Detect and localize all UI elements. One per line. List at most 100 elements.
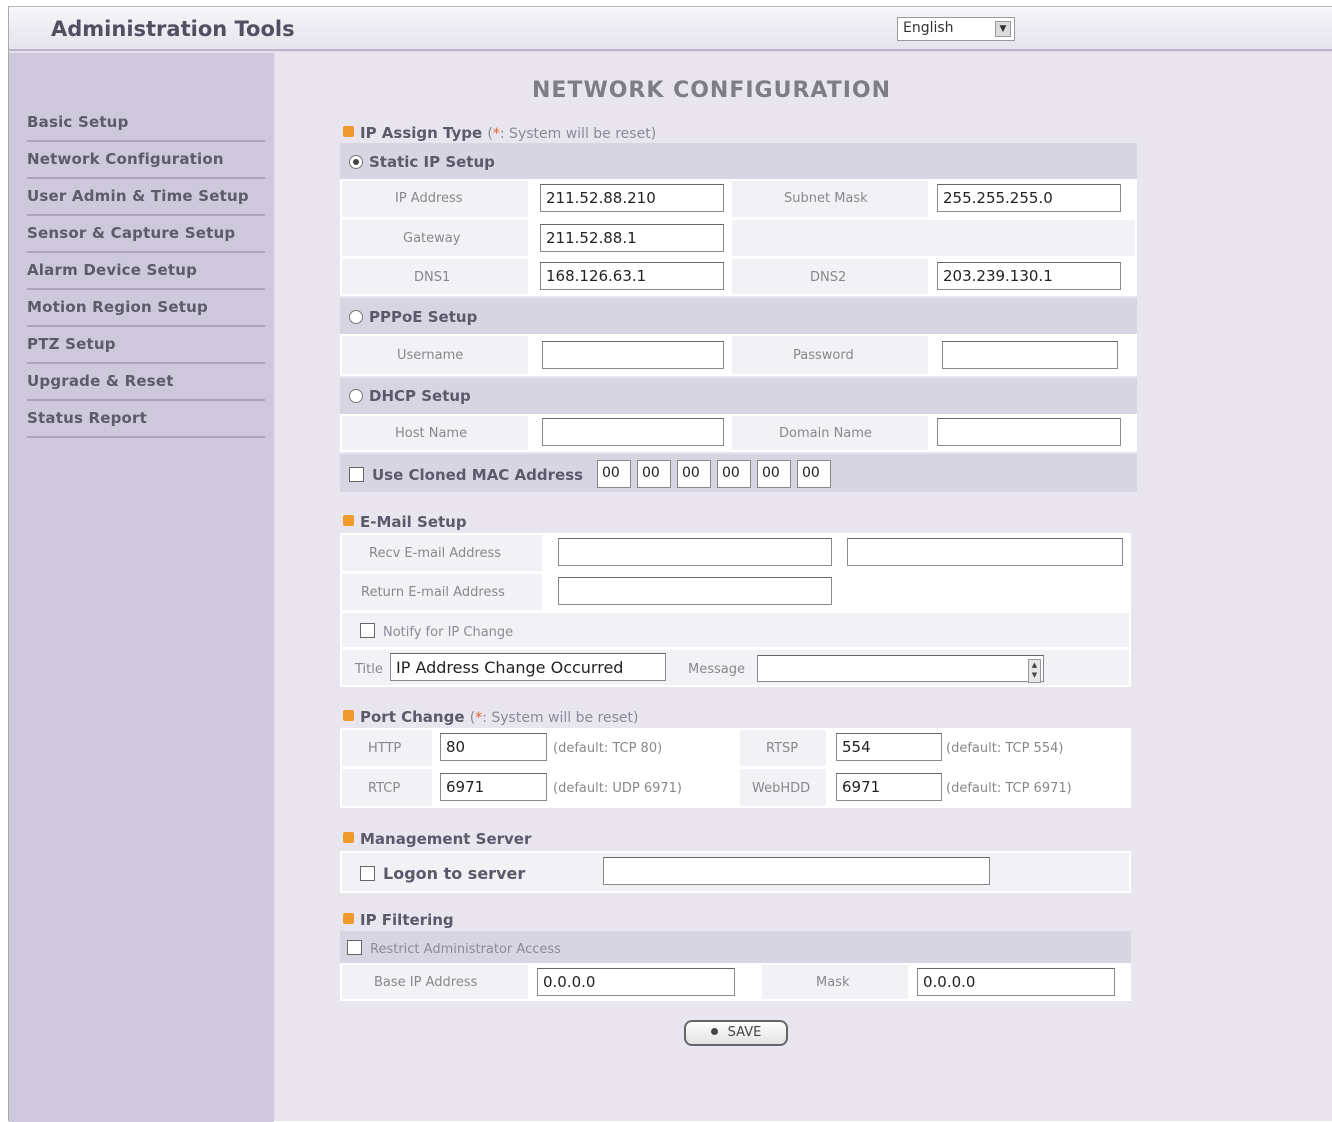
pppoe-radio[interactable] — [349, 310, 363, 324]
sidebar-item-ptz-setup[interactable]: PTZ Setup — [27, 327, 265, 364]
rtsp-port-input[interactable]: 554 — [836, 733, 942, 761]
reset-note-text: : System will be reset) — [499, 126, 657, 142]
page-title: NETWORK CONFIGURATION — [532, 78, 892, 103]
restrict-access-option[interactable]: Restrict Administrator Access — [347, 940, 561, 957]
email-title-input[interactable]: IP Address Change Occurred — [390, 653, 666, 681]
mac-octet-input[interactable]: 00 — [717, 460, 751, 488]
scrollbar-arrows-icon[interactable]: ▲ ▼ — [1028, 659, 1041, 683]
dhcp-option[interactable]: DHCP Setup — [349, 387, 471, 405]
domain-name-input[interactable] — [937, 418, 1121, 446]
recv-email-input-2[interactable] — [847, 538, 1123, 566]
mac-octet-input[interactable]: 00 — [757, 460, 791, 488]
restrict-access-checkbox[interactable] — [347, 940, 362, 955]
port-title: Port Change — [360, 708, 465, 726]
title-label: Title — [355, 662, 383, 677]
sidebar-item-upgrade-reset[interactable]: Upgrade & Reset — [27, 364, 265, 401]
ipfilter-heading: IP Filtering — [343, 911, 454, 929]
static-ip-option[interactable]: Static IP Setup — [349, 153, 495, 171]
mac-octet-input[interactable]: 00 — [597, 460, 631, 488]
webhdd-port-input[interactable]: 6971 — [836, 773, 942, 801]
notify-ip-change-option[interactable]: Notify for IP Change — [360, 623, 513, 640]
password-input[interactable] — [942, 341, 1118, 369]
ip-address-label: IP Address — [395, 191, 463, 206]
recv-email-input[interactable] — [558, 538, 832, 566]
dns1-label: DNS1 — [414, 270, 451, 285]
subnet-mask-label: Subnet Mask — [784, 191, 868, 206]
host-name-input[interactable] — [542, 418, 724, 446]
sidebar-item-alarm-device[interactable]: Alarm Device Setup — [27, 253, 265, 290]
webhdd-default: (default: TCP 6971) — [946, 781, 1072, 796]
http-port-input[interactable]: 80 — [440, 733, 547, 761]
dns2-input[interactable]: 203.239.130.1 — [937, 262, 1121, 290]
pppoe-option[interactable]: PPPoE Setup — [349, 308, 477, 326]
top-bar: Administration Tools English ▼ — [9, 7, 1332, 51]
password-label: Password — [793, 348, 854, 363]
sidebar-item-motion-region[interactable]: Motion Region Setup — [27, 290, 265, 327]
message-label: Message — [688, 662, 745, 677]
rtcp-label: RTCP — [368, 781, 401, 796]
rtsp-default: (default: TCP 554) — [946, 741, 1064, 756]
logon-server-label: Logon to server — [383, 864, 526, 883]
logon-server-option[interactable]: Logon to server — [360, 864, 525, 883]
server-address-input[interactable] — [603, 857, 990, 885]
mac-octet-input[interactable]: 00 — [637, 460, 671, 488]
webhdd-label: WebHDD — [752, 781, 811, 796]
sidebar: Basic Setup Network Configuration User A… — [9, 53, 274, 1122]
dns2-label: DNS2 — [810, 270, 847, 285]
rtcp-port-input[interactable]: 6971 — [440, 773, 547, 801]
rtcp-default: (default: UDP 6971) — [553, 781, 682, 796]
language-value: English — [903, 20, 954, 36]
mgmt-heading: Management Server — [343, 830, 531, 848]
port-reset-note: (*: System will be reset) — [470, 710, 639, 726]
cloned-mac-label: Use Cloned MAC Address — [372, 466, 584, 484]
sidebar-item-user-admin[interactable]: User Admin & Time Setup — [27, 179, 265, 216]
section-bullet-icon — [343, 515, 354, 526]
mac-octet-input[interactable]: 00 — [677, 460, 711, 488]
base-ip-input[interactable]: 0.0.0.0 — [537, 968, 735, 996]
return-email-label: Return E-mail Address — [361, 585, 505, 600]
save-button[interactable]: SAVE — [684, 1020, 788, 1046]
http-label: HTTP — [368, 741, 402, 756]
reset-note: (*: System will be reset) — [487, 126, 656, 142]
dns1-input[interactable]: 168.126.63.1 — [540, 262, 724, 290]
sidebar-item-sensor-capture[interactable]: Sensor & Capture Setup — [27, 216, 265, 253]
mask-input[interactable]: 0.0.0.0 — [917, 968, 1115, 996]
http-default: (default: TCP 80) — [553, 741, 663, 756]
pppoe-label: PPPoE Setup — [369, 308, 478, 326]
base-ip-label: Base IP Address — [374, 975, 478, 990]
dhcp-label: DHCP Setup — [369, 387, 471, 405]
chevron-down-icon[interactable]: ▼ — [995, 21, 1011, 37]
sidebar-item-basic-setup[interactable]: Basic Setup — [27, 105, 265, 142]
gateway-label: Gateway — [403, 231, 461, 246]
username-label: Username — [397, 348, 464, 363]
logon-server-checkbox[interactable] — [360, 866, 375, 881]
ip-address-input[interactable]: 211.52.88.210 — [540, 184, 724, 212]
section-bullet-icon — [343, 710, 354, 721]
recv-email-label: Recv E-mail Address — [369, 546, 502, 561]
language-select[interactable]: English ▼ — [897, 17, 1015, 41]
save-label: SAVE — [727, 1025, 762, 1040]
bullet-icon — [710, 1028, 718, 1035]
ipfilter-title: IP Filtering — [360, 911, 454, 929]
domain-name-label: Domain Name — [779, 426, 872, 441]
cloned-mac-checkbox[interactable] — [349, 467, 364, 482]
restrict-access-label: Restrict Administrator Access — [370, 942, 561, 957]
sidebar-item-network-configuration[interactable]: Network Configuration — [27, 142, 265, 179]
username-input[interactable] — [542, 341, 724, 369]
port-heading: Port Change (*: System will be reset) — [343, 708, 638, 726]
return-email-input[interactable] — [558, 577, 832, 605]
gateway-input[interactable]: 211.52.88.1 — [540, 224, 724, 252]
notify-ip-change-checkbox[interactable] — [360, 623, 375, 638]
mac-octet-input[interactable]: 00 — [797, 460, 831, 488]
section-bullet-icon — [343, 126, 354, 137]
static-ip-label: Static IP Setup — [369, 153, 495, 171]
dhcp-radio[interactable] — [349, 389, 363, 403]
subnet-mask-input[interactable]: 255.255.255.0 — [937, 184, 1121, 212]
email-title: E-Mail Setup — [360, 513, 467, 531]
message-textarea[interactable]: ▲ ▼ — [757, 655, 1044, 683]
static-ip-radio[interactable] — [349, 155, 363, 169]
section-bullet-icon — [343, 832, 354, 843]
cloned-mac-option[interactable]: Use Cloned MAC Address — [349, 466, 583, 484]
host-name-label: Host Name — [395, 426, 468, 441]
sidebar-item-status-report[interactable]: Status Report — [27, 401, 265, 438]
